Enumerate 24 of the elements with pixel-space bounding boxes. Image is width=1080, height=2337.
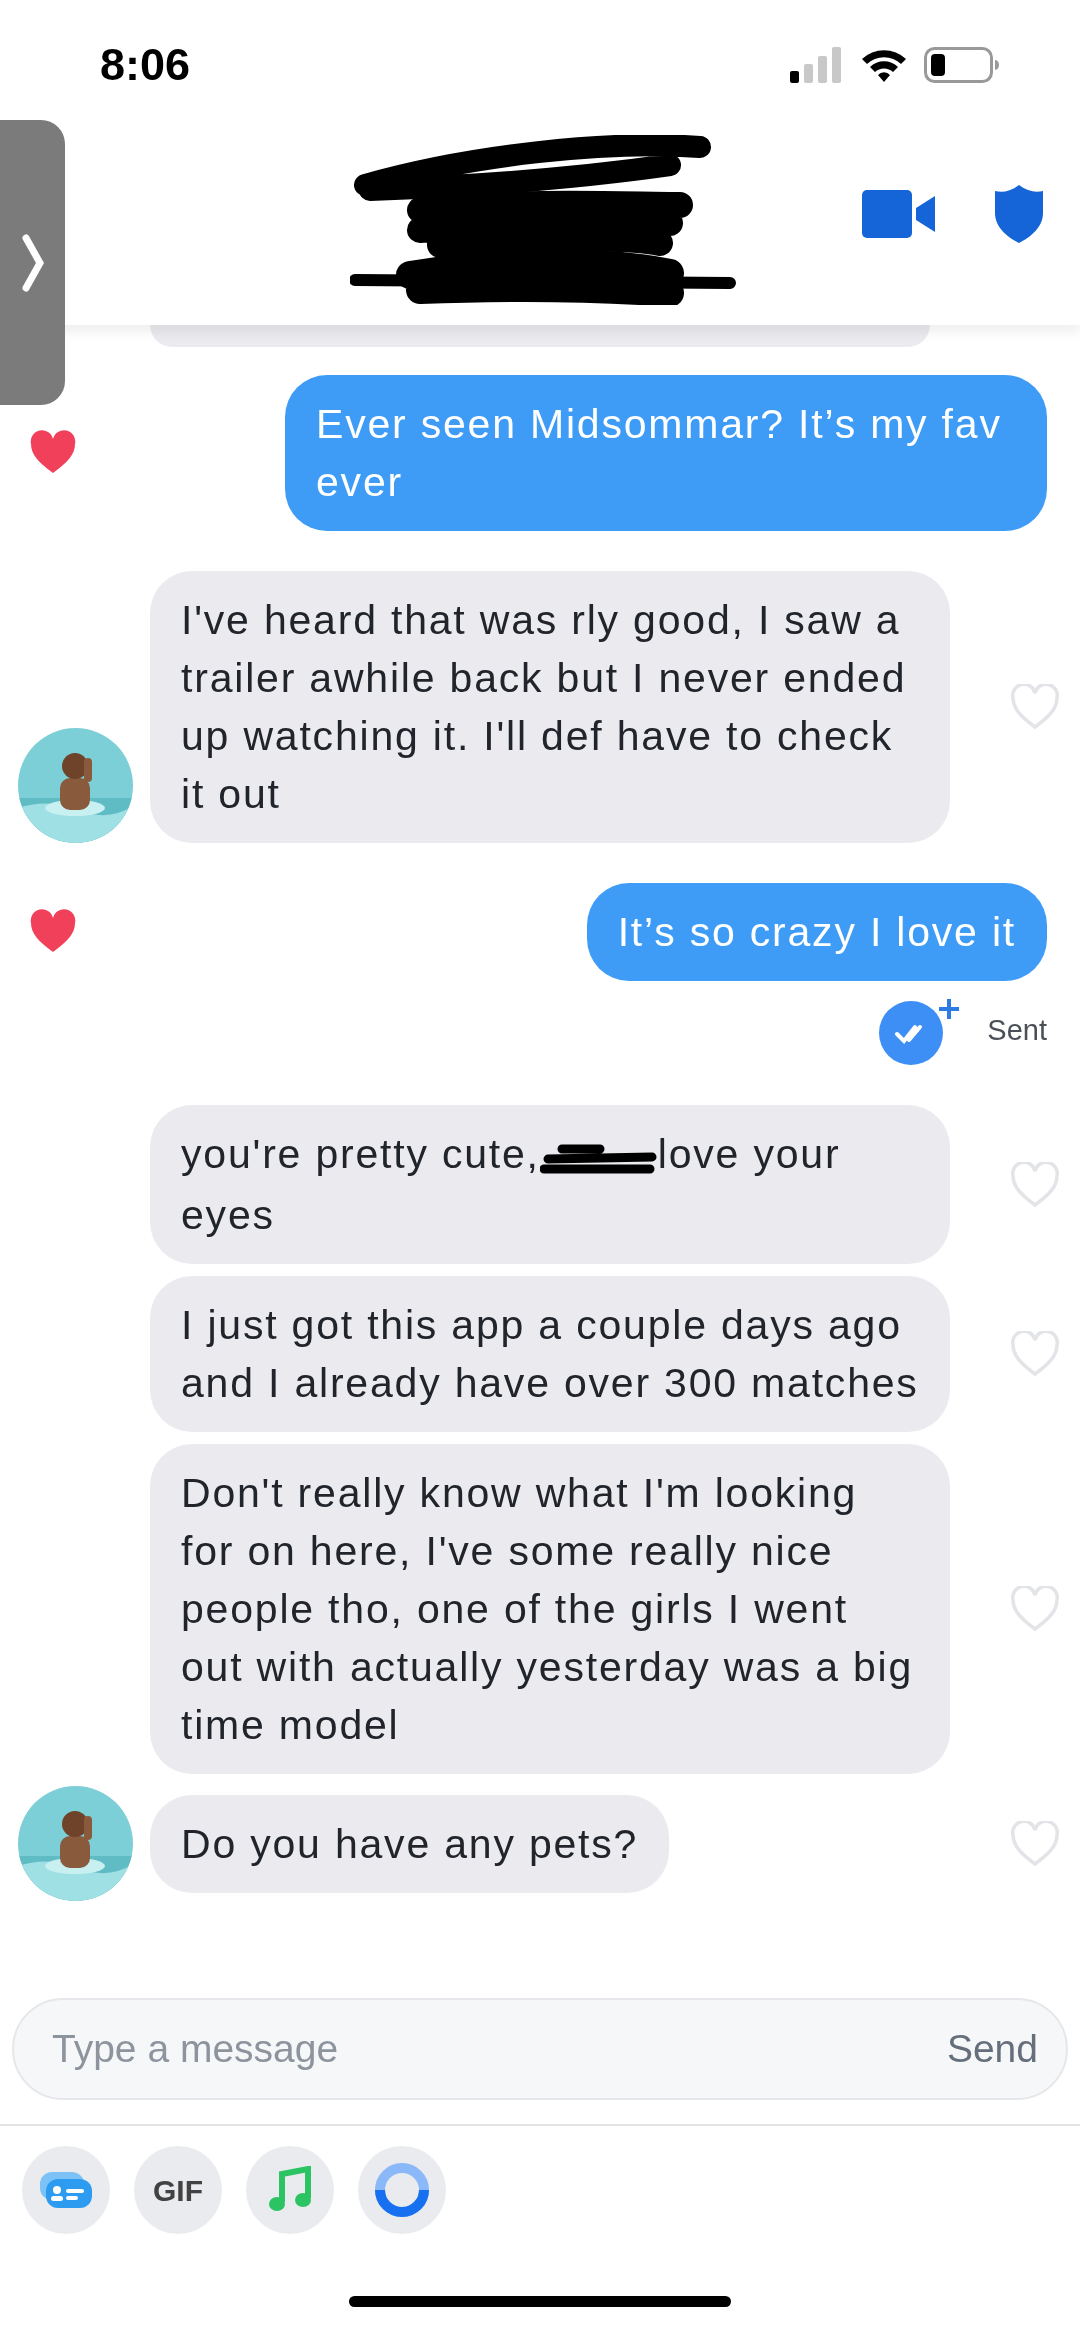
music-note-icon [268, 2166, 312, 2214]
battery-icon [924, 47, 1000, 83]
status-label: Sent [987, 1013, 1047, 1049]
message-bubble: Ever seen Midsommar? It’s my fav ever [285, 375, 1047, 531]
clock-time: 8:06 [100, 38, 191, 93]
ring-icon [373, 2161, 431, 2219]
heart-icon[interactable] [28, 430, 78, 476]
message-bubble: It’s so crazy I love it [586, 883, 1047, 981]
side-tab[interactable] [0, 120, 65, 405]
message-bubble: I've heard that was rly good, I saw a trailer awhile back but I never ended up watching it. I'll def have to check it out [150, 571, 950, 843]
send-button[interactable]: Send [946, 2019, 1038, 2079]
message-bubble: Don't really know what I'm looking for on here, I've some really nice people tho, one of the girls I went out with actually yesterday was a big time model [150, 1444, 950, 1775]
shield-icon[interactable] [995, 185, 1043, 243]
heart-icon[interactable] [28, 909, 78, 955]
card-icon [38, 2170, 94, 2210]
chevron-right-icon [21, 233, 44, 292]
message-bubble: I just got this app a couple days ago and I already have over 300 matches [150, 1276, 950, 1433]
gif-button[interactable]: GIF [134, 2146, 222, 2234]
video-call-icon[interactable] [862, 190, 936, 238]
signal-icon [790, 47, 844, 83]
message-field[interactable]: Type a message Send [12, 1998, 1068, 2100]
message-bubble: Do you have any pets? [150, 1794, 670, 1893]
message-bubble: you're pretty cute, love your eyes [150, 1105, 950, 1265]
wifi-icon [860, 47, 908, 83]
